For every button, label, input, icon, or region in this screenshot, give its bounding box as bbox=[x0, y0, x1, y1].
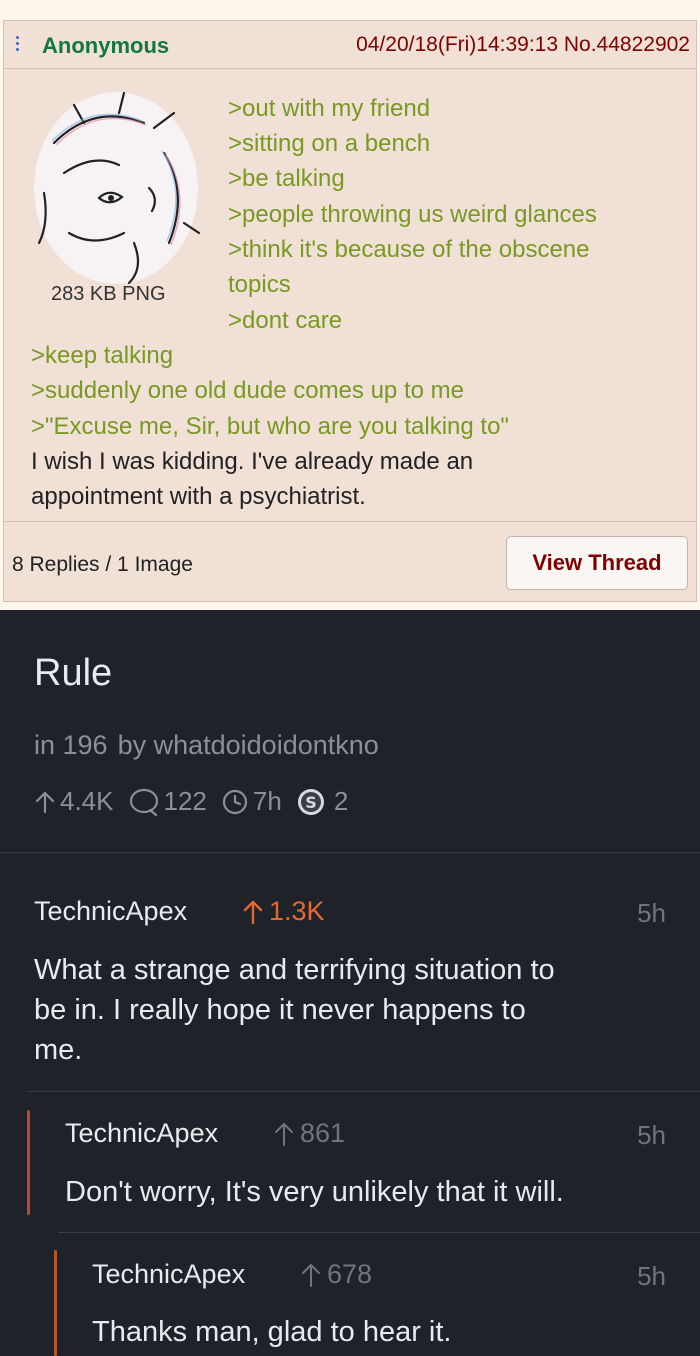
age-stat: 7h bbox=[221, 786, 282, 817]
comment-time: 5h bbox=[637, 1261, 666, 1291]
greentext-line: >be talking bbox=[228, 165, 345, 192]
greentext-line: >"Excuse me, Sir, but who are you talkin… bbox=[31, 413, 509, 440]
comment-count: 122 bbox=[163, 786, 207, 816]
divider bbox=[28, 1091, 700, 1092]
comment-text-line: be in. I really hope it never happens to bbox=[34, 994, 526, 1026]
greentext-line: >think it's because of the obscene bbox=[228, 236, 590, 263]
comment-body: Thanks man, glad to hear it. bbox=[92, 1312, 451, 1352]
chan-post-screenshot: Anonymous 04/20/18(Fri)14:39:13 No.44822… bbox=[0, 0, 700, 610]
award-stat[interactable]: S 2 bbox=[296, 786, 348, 817]
upvote-arrow-icon bbox=[35, 791, 55, 813]
comment-text-line: Don't worry, It's very unlikely that it … bbox=[65, 1176, 564, 1208]
greentext-line: >dont care bbox=[228, 307, 343, 334]
divider bbox=[58, 1232, 700, 1233]
comment-time: 5h bbox=[637, 1120, 666, 1150]
reddit-post: Rule in 196 by whatdoidoidontkno 4.4K 122… bbox=[0, 610, 700, 1356]
post-text-line: appointment with a psychiatrist. bbox=[31, 483, 366, 510]
comment-score[interactable]: 1.3K bbox=[242, 896, 325, 927]
comment-time: 5h bbox=[637, 898, 666, 928]
greentext-line: >out with my friend bbox=[228, 95, 431, 122]
post-body: >out with my friend >sitting on a bench … bbox=[4, 21, 696, 521]
comment-score-value: 861 bbox=[300, 1118, 346, 1148]
post-subline: in 196 by whatdoidoidontkno bbox=[34, 730, 389, 761]
comment-body: What a strange and terrifying situation … bbox=[34, 950, 555, 1070]
post-footer: 8 Replies / 1 Image View Thread bbox=[4, 521, 696, 601]
upvote-arrow-icon bbox=[302, 1263, 320, 1287]
thread-line[interactable] bbox=[27, 1110, 30, 1215]
comment-author[interactable]: TechnicApex bbox=[65, 1118, 218, 1149]
greentext-line: topics bbox=[228, 271, 291, 298]
divider bbox=[0, 852, 700, 853]
chan-post: Anonymous 04/20/18(Fri)14:39:13 No.44822… bbox=[3, 20, 697, 602]
subreddit-link[interactable]: in 196 bbox=[34, 730, 108, 760]
thread-line[interactable] bbox=[54, 1250, 57, 1356]
author-link[interactable]: by whatdoidoidontkno bbox=[118, 730, 379, 760]
upvote-arrow-icon bbox=[275, 1122, 293, 1146]
comment-text-line: Thanks man, glad to hear it. bbox=[92, 1316, 452, 1348]
comment-bubble-icon bbox=[129, 788, 158, 816]
comment-author[interactable]: TechnicApex bbox=[92, 1259, 245, 1290]
upvote-stat[interactable]: 4.4K bbox=[34, 786, 114, 817]
comment-stat[interactable]: 122 bbox=[128, 786, 207, 817]
reply-count: 8 Replies / 1 Image bbox=[12, 553, 193, 576]
comment-body: Don't worry, It's very unlikely that it … bbox=[65, 1172, 564, 1212]
award-count: 2 bbox=[333, 786, 349, 816]
post-age: 7h bbox=[252, 786, 282, 816]
greentext-line: >sitting on a bench bbox=[228, 130, 431, 157]
greentext-line: >suddenly one old dude comes up to me bbox=[31, 377, 464, 404]
svg-text:S: S bbox=[305, 793, 317, 812]
comment-score-value: 678 bbox=[327, 1259, 373, 1289]
view-thread-button[interactable]: View Thread bbox=[506, 536, 688, 590]
upvote-count: 4.4K bbox=[60, 786, 114, 816]
comment-author[interactable]: TechnicApex bbox=[34, 896, 187, 927]
comment-text-line: me. bbox=[34, 1034, 83, 1066]
comment-score[interactable]: 678 bbox=[300, 1259, 372, 1290]
comment-score-value: 1.3K bbox=[269, 896, 325, 926]
comment-text-line: What a strange and terrifying situation … bbox=[34, 954, 555, 986]
upvote-arrow-icon bbox=[243, 900, 263, 924]
greentext-line: >keep talking bbox=[31, 342, 174, 369]
post-title[interactable]: Rule bbox=[34, 652, 112, 695]
post-text-line: I wish I was kidding. I've already made … bbox=[31, 448, 474, 475]
clock-icon bbox=[222, 789, 247, 814]
post-stats: 4.4K 122 7h S 2 bbox=[34, 786, 362, 817]
greentext-line: >people throwing us weird glances bbox=[228, 201, 597, 228]
silver-award-icon: S bbox=[297, 788, 324, 815]
comment-score[interactable]: 861 bbox=[273, 1118, 345, 1149]
